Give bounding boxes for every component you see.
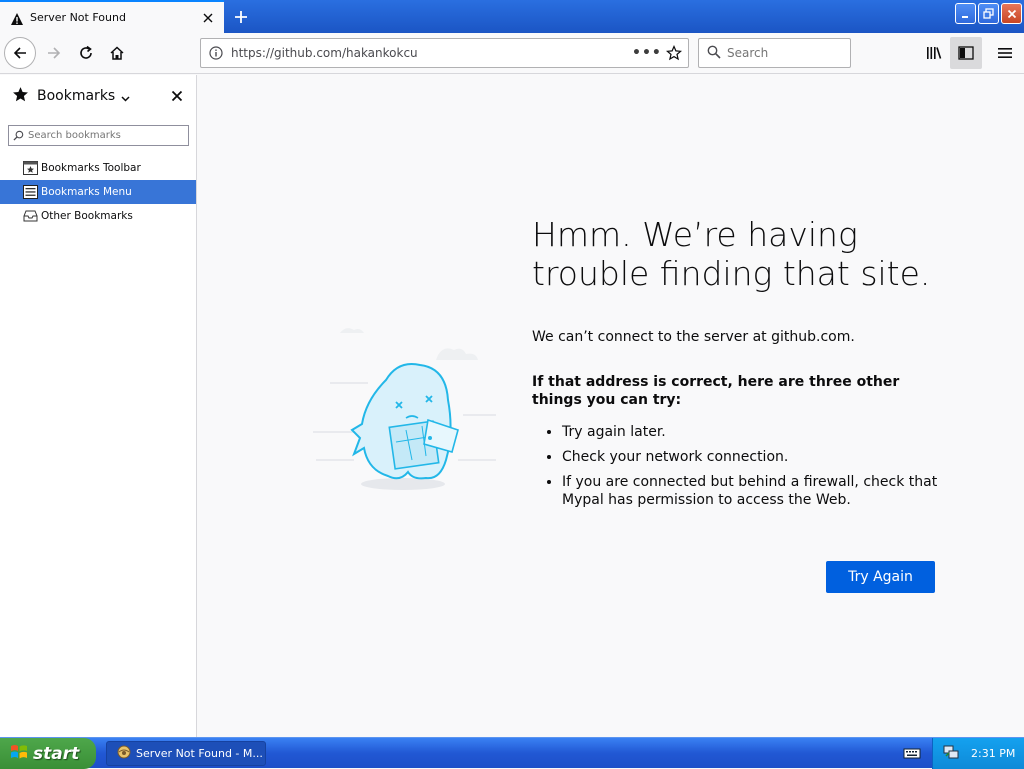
error-description: We can’t connect to the server at github…: [532, 329, 855, 345]
taskbar: start Server Not Found - M... 2:31 PM: [0, 737, 1024, 769]
taskbar-item-browser[interactable]: Server Not Found - M...: [106, 741, 266, 766]
list-item: Check your network connection.: [562, 448, 942, 466]
list-item: Try again later.: [562, 423, 942, 441]
system-tray: 2:31 PM: [932, 738, 1024, 769]
suggestions-list: Try again later. Check your network conn…: [532, 423, 942, 509]
sidebar-item-bookmarks-toolbar[interactable]: Bookmarks Toolbar: [0, 156, 196, 180]
url-bar[interactable]: https://github.com/hakankokcu •••: [200, 38, 689, 68]
close-window-button[interactable]: [1001, 3, 1022, 24]
taskbar-item-label: Server Not Found - M...: [136, 747, 263, 760]
start-button[interactable]: start: [0, 738, 96, 769]
bookmarks-tree: Bookmarks Toolbar Bookmarks Menu Other B…: [0, 156, 196, 228]
warning-icon: [10, 11, 24, 25]
sidebar-toggle-button[interactable]: [950, 37, 982, 69]
error-page: Hmm. We’re having trouble finding that s…: [198, 75, 1024, 737]
confused-monster-illustration: [308, 320, 508, 500]
search-input[interactable]: [727, 46, 837, 60]
sidebar-item-bookmarks-menu[interactable]: Bookmarks Menu: [0, 180, 196, 204]
bookmark-star-icon[interactable]: [660, 45, 688, 61]
bookmarks-sidebar: Bookmarks Bookmarks Toolbar Bookmarks Me…: [0, 75, 197, 737]
url-text[interactable]: https://github.com/hakankokcu: [231, 46, 632, 60]
sidebar-item-other-bookmarks[interactable]: Other Bookmarks: [0, 204, 196, 228]
windows-logo-icon: [10, 743, 28, 765]
sidebar-header[interactable]: Bookmarks: [0, 75, 196, 117]
keyboard-icon[interactable]: [903, 745, 921, 761]
list-item: If you are connected but behind a firewa…: [562, 473, 942, 509]
tab-strip: Server Not Found: [0, 0, 1024, 33]
page-actions-button[interactable]: •••: [632, 45, 661, 61]
clock: 2:31 PM: [971, 747, 1016, 760]
reload-button[interactable]: [70, 37, 102, 69]
sidebar-item-label: Bookmarks Toolbar: [41, 162, 141, 174]
error-message: Hmm. We’re having trouble finding that s…: [532, 215, 942, 516]
bookmarks-menu-icon: [22, 184, 38, 200]
start-label: start: [33, 743, 80, 764]
sidebar-close-icon[interactable]: [168, 87, 186, 105]
sidebar-item-label: Bookmarks Menu: [41, 186, 132, 198]
browser-icon: [117, 744, 131, 763]
tab-server-not-found[interactable]: Server Not Found: [0, 0, 224, 33]
bookmarks-search-box[interactable]: [8, 125, 189, 146]
search-icon: [707, 44, 721, 63]
new-tab-button[interactable]: [228, 4, 254, 30]
sidebar-title: Bookmarks: [37, 88, 116, 104]
error-title: Hmm. We’re having trouble finding that s…: [532, 215, 931, 293]
back-button[interactable]: [4, 37, 36, 69]
chevron-down-icon[interactable]: [121, 87, 130, 106]
tab-close-icon[interactable]: [196, 6, 220, 30]
search-bar[interactable]: [698, 38, 851, 68]
minimize-button[interactable]: [955, 3, 976, 24]
library-button[interactable]: [918, 37, 950, 69]
home-button[interactable]: [101, 37, 133, 69]
info-icon[interactable]: [201, 46, 231, 60]
search-icon: [13, 126, 24, 145]
forward-button[interactable]: [38, 37, 70, 69]
hamburger-menu-icon[interactable]: [989, 37, 1021, 69]
restore-button[interactable]: [978, 3, 999, 24]
nav-toolbar: https://github.com/hakankokcu •••: [0, 33, 1024, 74]
error-subheading: If that address is correct, here are thr…: [532, 374, 900, 408]
bookmarks-search-input[interactable]: [28, 130, 178, 141]
star-icon: [12, 86, 29, 107]
network-icon[interactable]: [943, 744, 959, 764]
tab-title: Server Not Found: [30, 11, 126, 24]
bookmarks-toolbar-icon: [22, 160, 38, 176]
sidebar-item-label: Other Bookmarks: [41, 210, 133, 222]
other-bookmarks-icon: [22, 208, 38, 224]
try-again-button[interactable]: Try Again: [826, 561, 935, 593]
